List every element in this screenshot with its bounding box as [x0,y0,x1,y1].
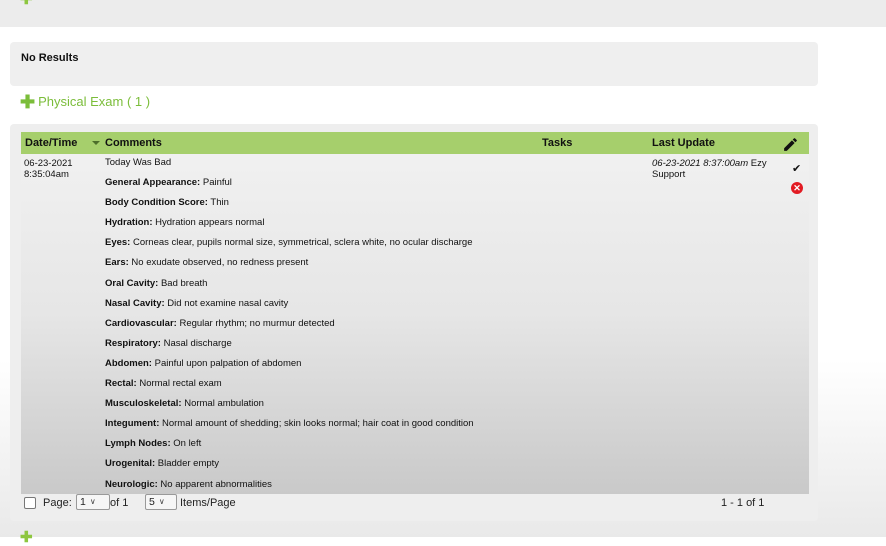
page-select[interactable]: 1 ∨ [76,494,110,510]
comment-line: Hydration: Hydration appears normal [105,217,265,229]
comment-line: Today Was Bad [105,157,172,168]
check-icon[interactable]: ✔ [792,162,801,175]
sort-arrow-icon[interactable] [92,141,100,145]
items-per-page-select[interactable]: 5 ∨ [145,494,177,510]
row-date: 06-23-2021 [24,158,73,169]
row-time: 8:35:04am [24,169,69,180]
comment-line: Eyes: Corneas clear, pupils normal size,… [105,237,473,249]
comment-line: General Appearance: Painful [105,177,232,189]
last-update-datetime: 06-23-2021 8:37:00am [652,158,749,169]
column-header-last-update[interactable]: Last Update [652,137,715,149]
pencil-icon[interactable] [782,136,799,153]
row-comments: Today Was Bad General Appearance: Painfu… [105,156,545,494]
select-all-checkbox[interactable] [24,497,36,509]
plus-icon: ✚ [20,91,36,112]
comment-line: Integument: Normal amount of shedding; s… [105,418,474,430]
physical-exam-title: Physical Exam ( 1 ) [38,94,151,109]
items-per-page-label: Items/Page [180,497,236,509]
comment-line: Neurologic: No apparent abnormalities [105,478,272,490]
comment-line: Urogenital: Bladder empty [105,458,220,470]
items-per-page-value: 5 [149,496,155,508]
grid-header: Date/Time Comments Tasks Last Update [21,132,809,154]
comment-line: Respiratory: Nasal discharge [105,337,232,349]
comment-line: Ears: No exudate observed, no redness pr… [105,257,309,269]
pager: Page: 1 ∨ of 1 5 ∨ Items/Page 1 - 1 of 1 [24,494,799,514]
page-label: Page: [43,497,72,509]
comment-line: Abdomen: Painful upon palpation of abdom… [105,357,302,369]
chevron-down-icon: ∨ [89,497,96,506]
previous-section-strip: ✚ [0,0,886,27]
pager-range: 1 - 1 of 1 [721,497,765,509]
page-select-value: 1 [80,496,86,508]
no-results-text: No Results [21,52,79,64]
comment-line: Nasal Cavity: Did not examine nasal cavi… [105,297,289,309]
physical-exam-panel: Date/Time Comments Tasks Last Update 06-… [10,124,818,521]
next-section-header-cut: ✚ [20,529,33,546]
comment-line: Cardiovascular: Regular rhythm; no murmu… [105,317,335,329]
comment-line: Body Condition Score: Thin [105,197,229,209]
previous-section-header-cut: ✚ [20,0,33,8]
column-header-tasks[interactable]: Tasks [542,137,572,149]
chevron-down-icon: ∨ [158,497,165,506]
page-of-label: of 1 [110,497,129,509]
comment-line: Oral Cavity: Bad breath [105,277,208,289]
row-datetime: 06-23-2021 8:35:04am [24,158,73,180]
column-header-datetime[interactable]: Date/Time [25,137,77,149]
column-header-comments[interactable]: Comments [105,137,162,149]
comment-line: Rectal: Normal rectal exam [105,378,222,390]
comment-line: Musculoskeletal: Normal ambulation [105,398,264,410]
physical-exam-header[interactable]: ✚ Physical Exam ( 1 ) [20,91,151,112]
previous-results-panel: No Results [10,42,818,86]
row-last-update: 06-23-2021 8:37:00am Ezy Support [652,158,787,180]
comment-line: Lymph Nodes: On left [105,438,202,450]
delete-icon[interactable]: ✕ [791,182,803,194]
exam-grid: Date/Time Comments Tasks Last Update 06-… [21,132,809,494]
